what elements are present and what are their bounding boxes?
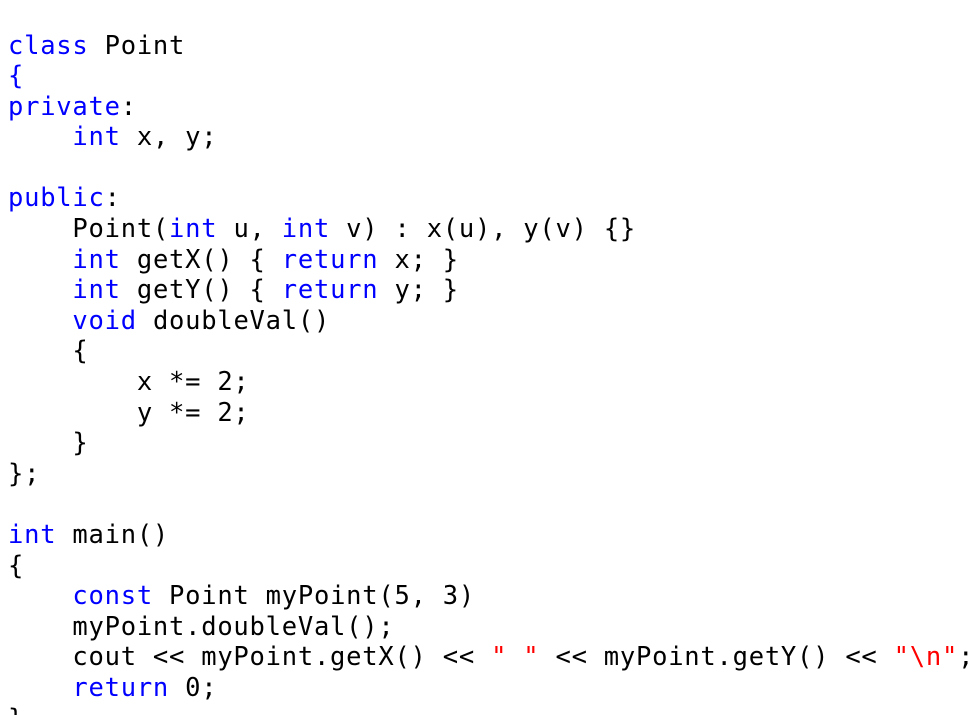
- code-token-pln: x *= 2;: [8, 367, 250, 398]
- code-line: {: [8, 551, 974, 582]
- code-line: int getY() { return y; }: [8, 275, 974, 306]
- code-block: class Point { private: int x, y; public:…: [8, 31, 974, 715]
- code-token-pln: };: [8, 458, 41, 489]
- code-token-pln: doubleVal(): [136, 305, 331, 336]
- code-line: x *= 2;: [8, 367, 974, 398]
- code-token-pln: :: [104, 183, 121, 214]
- code-token-kw: return: [281, 244, 379, 275]
- code-line: void doubleVal(): [8, 306, 974, 337]
- code-token-kw: int: [72, 275, 121, 306]
- code-token-pln: x, y;: [120, 122, 218, 153]
- code-token-pln: main(): [56, 520, 170, 550]
- code-token-kw: public: [8, 183, 105, 214]
- code-line: {: [8, 336, 974, 367]
- code-token-pln: x; }: [378, 244, 459, 275]
- code-line: myPoint.doubleVal();: [8, 612, 974, 643]
- code-line: int getX() { return x; }: [8, 245, 974, 276]
- code-token-kw: int: [169, 214, 218, 245]
- code-line: }: [8, 428, 974, 459]
- code-token-pln: [8, 673, 72, 703]
- code-token-pln: [8, 581, 72, 611]
- code-token-pln: y *= 2;: [8, 397, 250, 428]
- code-token-pln: Point: [88, 30, 186, 61]
- code-line: cout << myPoint.getX() << " " << myPoint…: [8, 642, 974, 673]
- code-token-str: " ": [491, 642, 540, 673]
- code-line: int x, y;: [8, 122, 974, 153]
- code-token-kw: int: [8, 520, 57, 550]
- code-token-pln: getY() {: [120, 275, 282, 306]
- code-line: }: [8, 704, 974, 715]
- code-token-pln: :: [120, 91, 137, 122]
- code-token-pln: ;: [958, 642, 975, 673]
- code-token-pln: 0;: [169, 672, 218, 703]
- code-token-pln: }: [8, 704, 24, 715]
- code-token-kw: {: [8, 61, 25, 92]
- code-token-pln: myPoint.doubleVal();: [8, 611, 395, 642]
- code-line: {: [8, 61, 974, 92]
- code-token-pln: Point myPoint(5, 3): [152, 581, 475, 612]
- code-token-kw: const: [72, 581, 153, 612]
- code-token-kw: class: [8, 30, 89, 61]
- code-listing: class Point { private: int x, y; public:…: [0, 0, 975, 715]
- code-token-pln: v) : x(u), y(v) {}: [330, 214, 637, 245]
- code-token-pln: << myPoint.getY() <<: [539, 642, 894, 673]
- code-token-pln: y; }: [378, 275, 459, 306]
- code-token-kw: int: [281, 214, 331, 245]
- code-token-pln: }: [8, 428, 89, 459]
- code-token-kw: void: [72, 305, 137, 336]
- code-token-kw: return: [281, 275, 379, 306]
- code-token-pln: [8, 245, 72, 275]
- code-token-pln: getX() {: [120, 244, 282, 275]
- code-line: Point(int u, int v) : x(u), y(v) {}: [8, 214, 974, 245]
- code-line: };: [8, 459, 974, 490]
- code-token-kw: return: [72, 672, 170, 703]
- code-token-pln: u,: [217, 214, 282, 245]
- code-line: int main(): [8, 520, 974, 551]
- code-token-pln: [8, 306, 72, 336]
- code-token-pln: Point(: [8, 214, 170, 245]
- code-token-pln: [8, 275, 72, 305]
- code-token-kw: private: [8, 91, 121, 122]
- code-token-pln: [8, 122, 72, 152]
- code-token-kw: int: [72, 244, 121, 275]
- code-line: private:: [8, 92, 974, 123]
- code-token-pln: {: [8, 550, 25, 581]
- code-line: class Point: [8, 31, 974, 62]
- code-token-pln: cout << myPoint.getX() <<: [8, 642, 492, 673]
- code-line: return 0;: [8, 673, 974, 704]
- code-token-kw: int: [72, 122, 121, 153]
- code-line: const Point myPoint(5, 3): [8, 581, 974, 612]
- code-token-str: "\n": [893, 642, 959, 673]
- code-token-pln: {: [8, 336, 89, 367]
- code-line: public:: [8, 183, 974, 214]
- code-line: y *= 2;: [8, 398, 974, 429]
